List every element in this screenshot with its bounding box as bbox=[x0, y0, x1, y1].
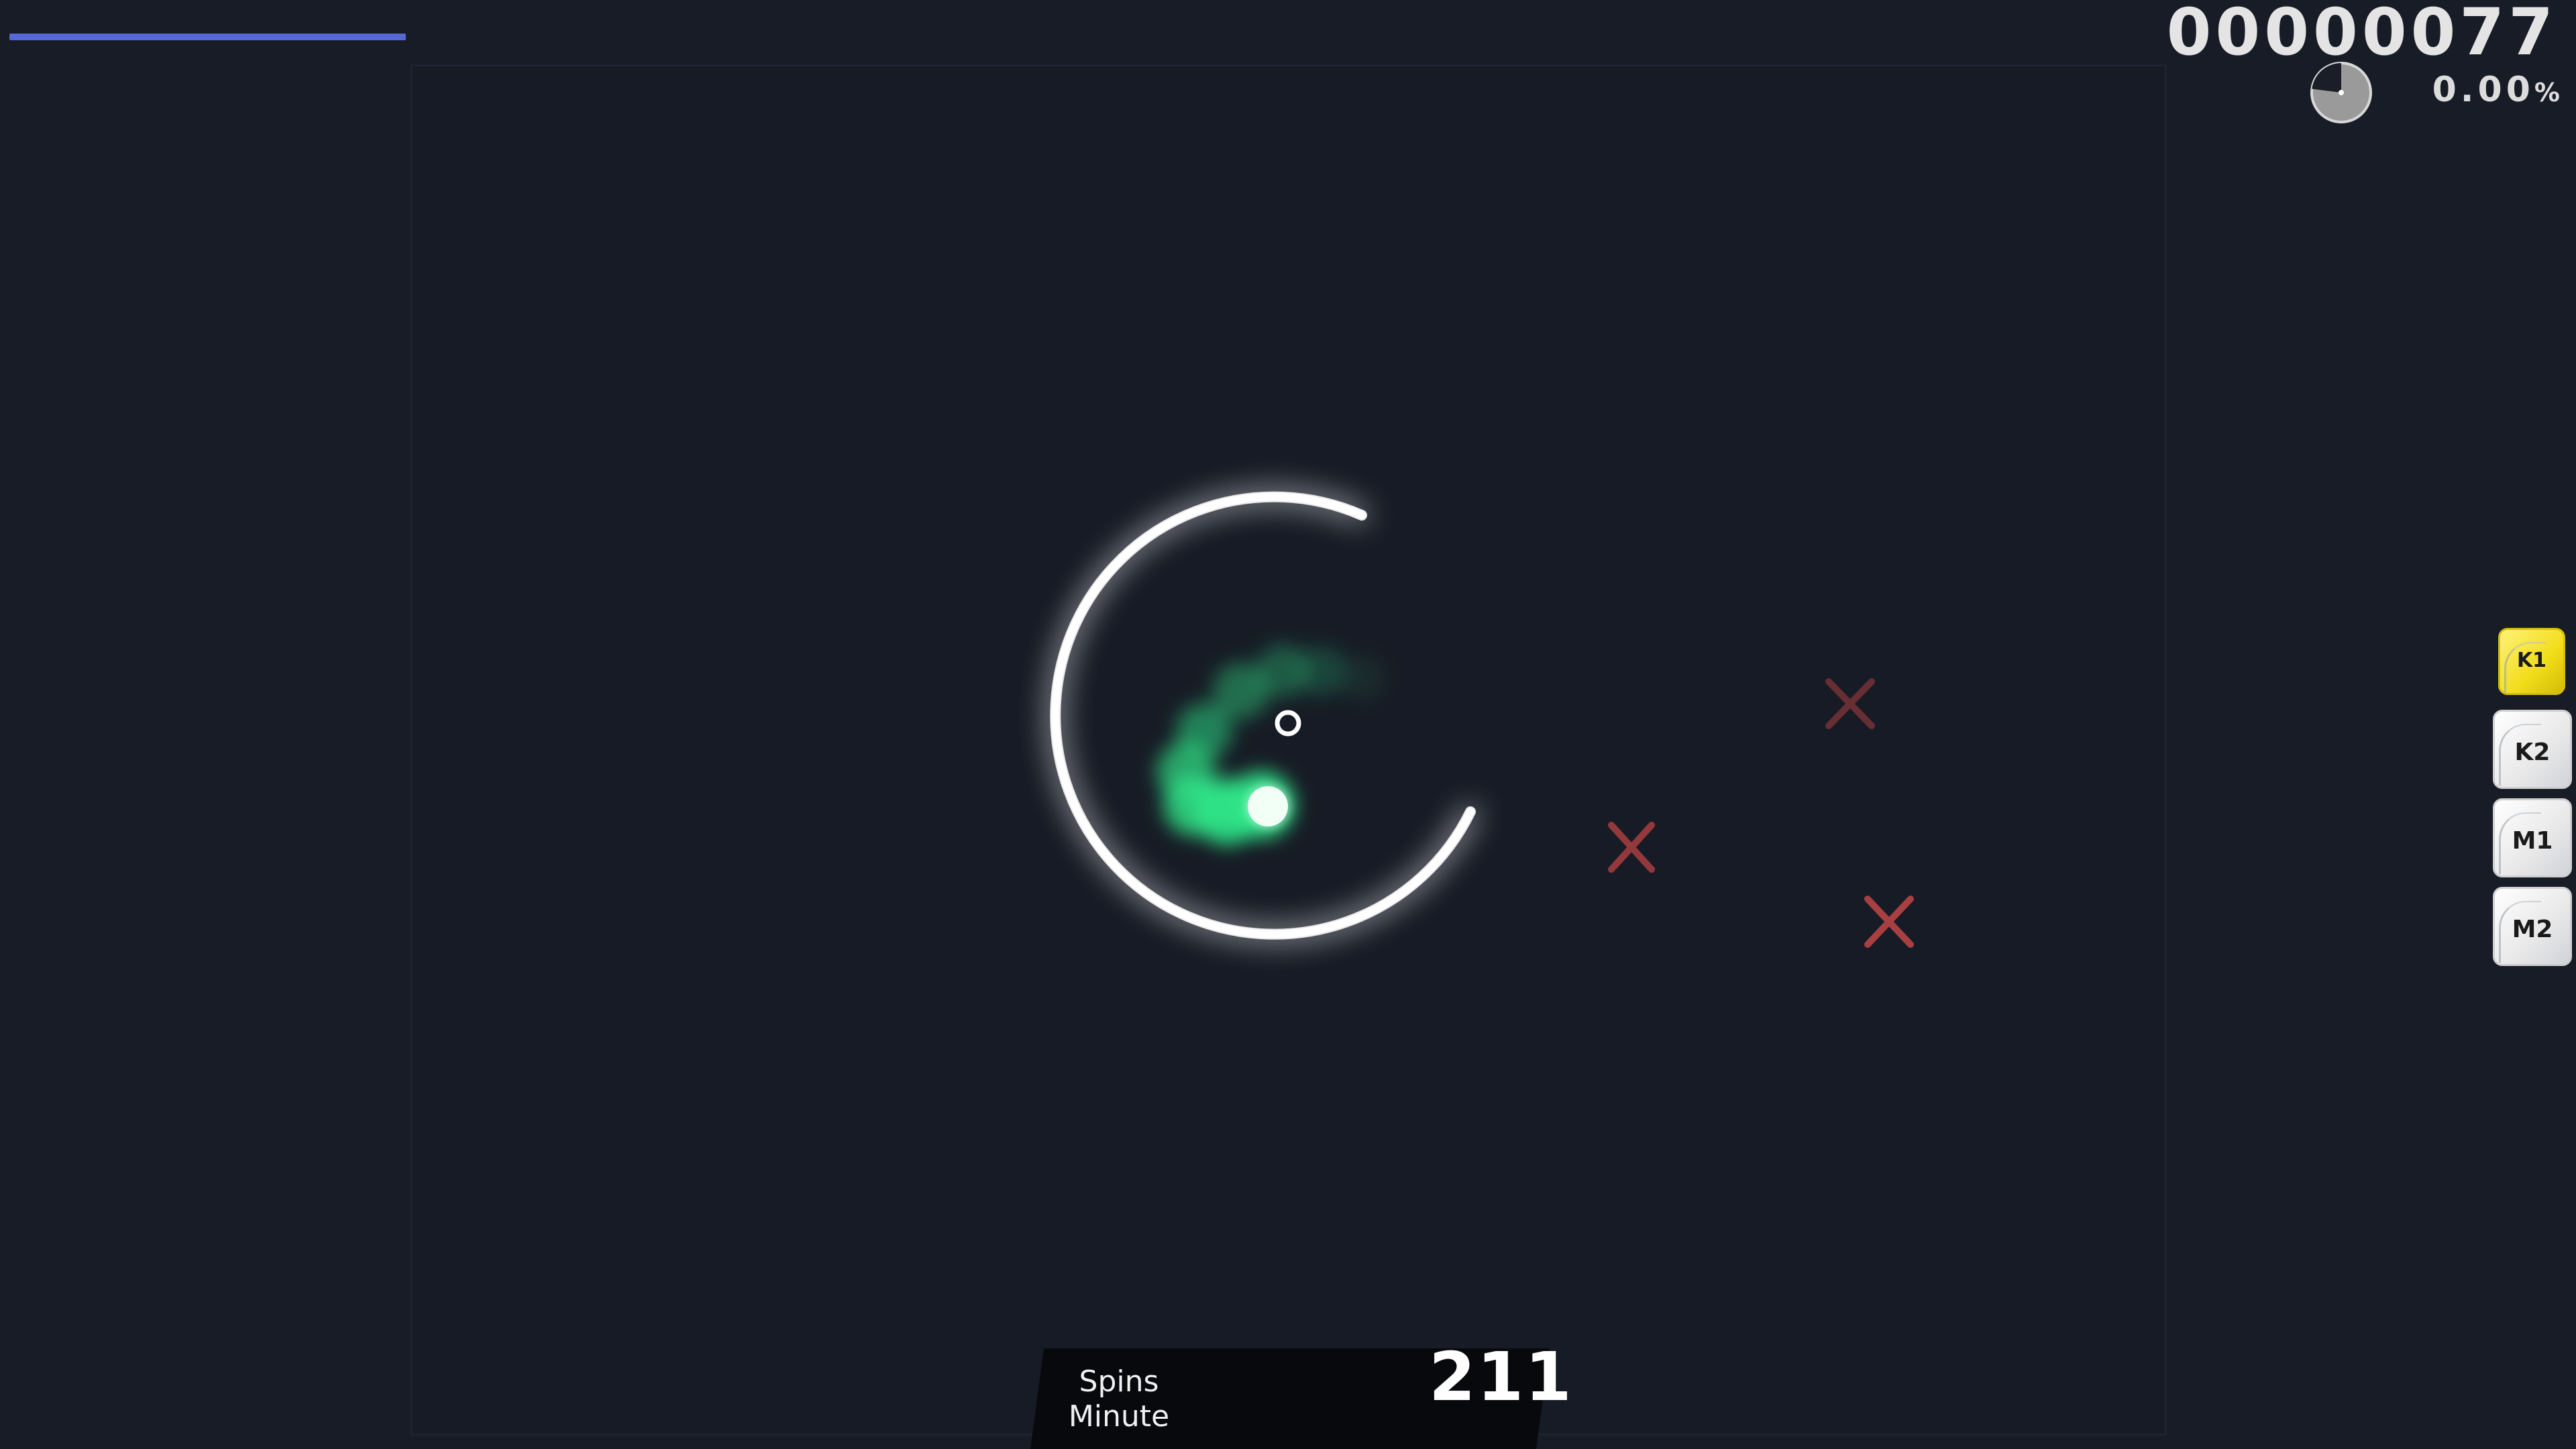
key-overlay-k1: K1 bbox=[2498, 628, 2565, 695]
accuracy-value: 0.00 bbox=[2432, 70, 2534, 110]
key-label: M1 bbox=[2512, 827, 2553, 855]
song-progress-pie-icon bbox=[2310, 62, 2372, 123]
key-label: K2 bbox=[2514, 739, 2551, 766]
key-label: K1 bbox=[2516, 649, 2547, 672]
playfield-border bbox=[411, 64, 2167, 1436]
key-label: M2 bbox=[2512, 916, 2553, 943]
health-bar bbox=[9, 34, 406, 40]
key-overlay-k2: K2 bbox=[2493, 710, 2572, 789]
game-screen: 00000077 0.00% Spins Minute 211 K1 K2 M1… bbox=[0, 0, 2576, 1449]
spins-per-minute-value: 211 bbox=[1429, 1338, 1573, 1416]
accuracy-display: 0.00% bbox=[2432, 70, 2560, 110]
key-overlay-m1: M1 bbox=[2493, 798, 2572, 877]
accuracy-unit: % bbox=[2534, 78, 2560, 107]
spins-per-minute-label: Spins Minute bbox=[1068, 1364, 1170, 1434]
key-overlay-m2: M2 bbox=[2493, 887, 2572, 966]
